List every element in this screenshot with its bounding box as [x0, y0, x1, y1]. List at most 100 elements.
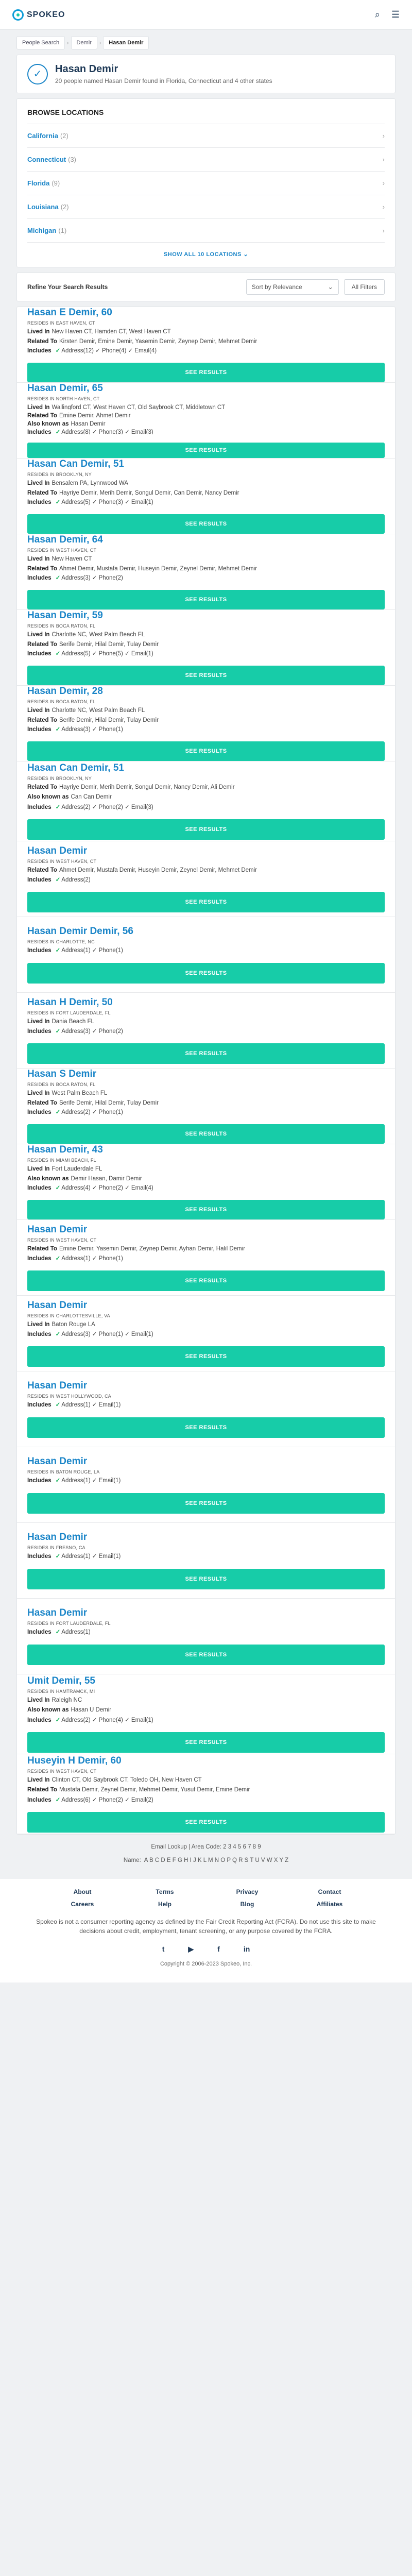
- result-name[interactable]: Hasan E Demir, 60: [27, 307, 385, 318]
- result-related-to: Related To Hayriye Demir, Merih Demir, So…: [27, 489, 385, 497]
- result-name[interactable]: Huseyin H Demir, 60: [27, 1755, 385, 1767]
- see-results-button[interactable]: SEE RESULTS: [27, 1644, 385, 1665]
- see-results-button[interactable]: SEE RESULTS: [27, 1270, 385, 1292]
- result-name[interactable]: Hasan Demir: [27, 1607, 385, 1619]
- breadcrumb-people-search[interactable]: People Search: [16, 36, 65, 49]
- see-results-button[interactable]: SEE RESULTS: [27, 665, 385, 685]
- result-name[interactable]: Hasan Can Demir, 51: [27, 459, 385, 470]
- footer-link-affiliates[interactable]: Affiliates: [288, 1901, 371, 1908]
- lookup-line[interactable]: Email Lookup | Area Code: 2 3 4 5 6 7 8 …: [16, 1844, 396, 1850]
- checkmark-icon: ✓: [55, 1553, 61, 1560]
- hamburger-menu-icon[interactable]: ☰: [391, 9, 400, 20]
- location-item[interactable]: Michigan (1) ›: [27, 219, 385, 243]
- result-name[interactable]: Hasan Demir, 59: [27, 610, 385, 621]
- facebook-icon[interactable]: f: [217, 1945, 220, 1954]
- see-results-button[interactable]: SEE RESULTS: [27, 1493, 385, 1514]
- result-name[interactable]: Hasan Can Demir, 51: [27, 762, 385, 774]
- see-results-button[interactable]: SEE RESULTS: [27, 1417, 385, 1438]
- result-name[interactable]: Hasan S Demir: [27, 1069, 385, 1080]
- result-lived-in-value: Wallingford CT, West Haven CT, Old Saybr…: [52, 404, 226, 410]
- result-related-to: Related To Kirsten Demir, Emine Demir, Ya…: [27, 338, 385, 345]
- result-name[interactable]: Hasan H Demir, 50: [27, 997, 385, 1008]
- result-residence: RESIDES IN BOCA RATON, FL: [27, 623, 96, 629]
- result-includes: Includes ✓ Address(1) ✓ Email(1): [27, 1401, 385, 1409]
- results-list: Hasan E Demir, 60 RESIDES IN EAST HAVEN, …: [16, 307, 396, 1835]
- name-letter-index[interactable]: A B C D E F G H I J K L M N O P Q R S T …: [144, 1857, 288, 1863]
- all-filters-button[interactable]: All Filters: [344, 279, 385, 295]
- result-name[interactable]: Hasan Demir Demir, 56: [27, 926, 385, 937]
- result-includes: Includes ✓ Address(1) ✓ Phone(1): [27, 1255, 385, 1262]
- see-results-button[interactable]: SEE RESULTS: [27, 1568, 385, 1589]
- result-card: Hasan Demir Demir, 56 RESIDES IN CHARLOTT…: [17, 917, 395, 993]
- footer-link-contact[interactable]: Contact: [288, 1888, 371, 1895]
- result-related-to-value: Emine Demir, Yasemin Demir, Zeynep Demir…: [59, 1245, 246, 1252]
- location-item[interactable]: California (2) ›: [27, 124, 385, 148]
- result-includes-value: Address(12) ✓ Phone(4) ✓ Email(4): [61, 348, 157, 354]
- result-card: Hasan Demir RESIDES IN BATON ROUGE, LA Inc…: [17, 1447, 395, 1523]
- result-lived-in-value: New Haven CT: [52, 556, 92, 562]
- twitter-icon[interactable]: t: [162, 1945, 165, 1954]
- result-related-to: Related To Emine Demir, Yasemin Demir, Ze…: [27, 1245, 385, 1252]
- footer-link-blog[interactable]: Blog: [206, 1901, 288, 1908]
- search-icon[interactable]: ⌕: [375, 9, 380, 20]
- see-results-button[interactable]: SEE RESULTS: [27, 819, 385, 840]
- see-results-button[interactable]: SEE RESULTS: [27, 589, 385, 609]
- spokeo-logo[interactable]: SPOKEO: [12, 9, 65, 21]
- chevron-right-icon: ›: [382, 227, 385, 234]
- result-related-to-label: Related To: [27, 641, 57, 648]
- result-name[interactable]: Hasan Demir, 65: [27, 383, 385, 394]
- result-residence: RESIDES IN WEST HAVEN, CT: [27, 1768, 97, 1774]
- footer-link-privacy[interactable]: Privacy: [206, 1888, 288, 1895]
- see-results-button[interactable]: SEE RESULTS: [27, 362, 385, 382]
- result-aka-value: Can Can Demir: [71, 794, 112, 801]
- result-name[interactable]: Hasan Demir: [27, 1224, 385, 1235]
- result-residence: RESIDES IN BATON ROUGE, LA: [27, 1469, 100, 1475]
- result-name[interactable]: Hasan Demir: [27, 1456, 385, 1467]
- location-item[interactable]: Connecticut (3) ›: [27, 148, 385, 172]
- breadcrumb-demir[interactable]: Demir: [71, 36, 97, 49]
- location-name: Florida: [27, 179, 50, 187]
- see-results-button[interactable]: SEE RESULTS: [27, 442, 385, 458]
- see-results-button[interactable]: SEE RESULTS: [27, 1346, 385, 1367]
- footer-link-about[interactable]: About: [41, 1888, 124, 1895]
- result-name[interactable]: Hasan Demir: [27, 845, 385, 857]
- result-card: Hasan Can Demir, 51 RESIDES IN BROOKLYN, …: [17, 459, 395, 534]
- result-includes-value: Address(1) ✓ Email(1): [61, 1553, 121, 1560]
- see-results-button[interactable]: SEE RESULTS: [27, 1732, 385, 1753]
- see-results-button[interactable]: SEE RESULTS: [27, 1812, 385, 1833]
- footer-link-careers[interactable]: Careers: [41, 1901, 124, 1908]
- result-aka-label: Also known as: [27, 794, 69, 801]
- location-item[interactable]: Louisiana (2) ›: [27, 195, 385, 219]
- result-aka: Also known as Can Can Demir: [27, 793, 385, 801]
- linkedin-icon[interactable]: in: [244, 1945, 250, 1954]
- brand-name: SPOKEO: [27, 10, 65, 19]
- result-name[interactable]: Hasan Demir: [27, 1532, 385, 1543]
- result-name[interactable]: Hasan Demir: [27, 1300, 385, 1311]
- see-results-button[interactable]: SEE RESULTS: [27, 962, 385, 984]
- see-results-button[interactable]: SEE RESULTS: [27, 1199, 385, 1219]
- result-name[interactable]: Hasan Demir, 64: [27, 534, 385, 546]
- footer-link-terms[interactable]: Terms: [124, 1888, 206, 1895]
- show-all-locations-button[interactable]: SHOW ALL 10 LOCATIONS ⌄: [27, 243, 385, 264]
- result-related-to-value: Emine Demir, Ahmet Demir: [59, 412, 131, 418]
- checkmark-icon: ✓: [55, 429, 61, 434]
- see-results-button[interactable]: SEE RESULTS: [27, 741, 385, 761]
- result-lived-in-value: Charlotte NC, West Palm Beach FL: [52, 707, 145, 714]
- see-results-button[interactable]: SEE RESULTS: [27, 514, 385, 534]
- see-results-button[interactable]: SEE RESULTS: [27, 1043, 385, 1064]
- result-aka-value: Hasan Demir: [71, 420, 106, 426]
- result-card: Hasan H Demir, 50 RESIDES IN FORT LAUDERD…: [17, 993, 395, 1069]
- result-name[interactable]: Umit Demir, 55: [27, 1675, 385, 1687]
- see-results-button[interactable]: SEE RESULTS: [27, 892, 385, 913]
- result-includes-label: Includes: [27, 1553, 52, 1560]
- result-lived-in-value: Raleigh NC: [52, 1697, 82, 1703]
- see-results-button[interactable]: SEE RESULTS: [27, 1124, 385, 1144]
- result-name[interactable]: Hasan Demir, 28: [27, 686, 385, 697]
- sort-select[interactable]: Sort by Relevance ⌄: [246, 279, 339, 295]
- result-related-to-label: Related To: [27, 338, 57, 345]
- footer-link-help[interactable]: Help: [124, 1901, 206, 1908]
- location-item[interactable]: Florida (9) ›: [27, 172, 385, 195]
- youtube-icon[interactable]: ▶: [188, 1945, 194, 1954]
- result-name[interactable]: Hasan Demir: [27, 1380, 385, 1392]
- result-name[interactable]: Hasan Demir, 43: [27, 1144, 385, 1156]
